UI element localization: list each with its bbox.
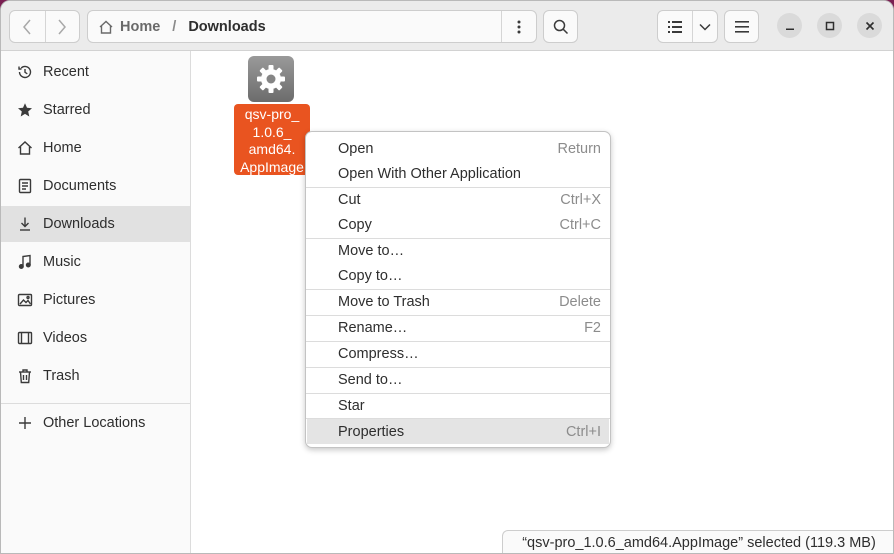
menu-item-label: Send to… [338,371,403,388]
menu-item-label: Properties [338,423,405,440]
menu-item-open[interactable]: Open Return [307,136,609,161]
sidebar-item-label: Home [43,140,82,156]
sidebar-item-label: Trash [43,368,80,384]
menu-item-label: Rename… [338,319,408,336]
menu-item-shortcut: Ctrl+X [560,191,601,208]
view-toggle-group [657,10,718,43]
path-home-button[interactable]: Home [98,19,160,35]
gear-icon [257,65,285,93]
menu-item-label: Star [338,397,365,414]
sidebar-item-documents[interactable]: Documents [1,168,190,204]
search-icon [553,19,568,34]
menu-item-send-to[interactable]: Send to… [307,367,609,392]
list-view-icon [668,20,683,33]
menu-item-label: Cut [338,191,361,208]
menu-item-label: Open [338,140,374,157]
menu-item-shortcut: Ctrl+C [559,216,602,233]
navigation-buttons [9,10,80,43]
list-view-button[interactable] [658,11,692,42]
path-home-label: Home [120,18,161,35]
forward-button[interactable] [44,11,80,42]
header-bar: Home / Downloads [1,1,893,51]
menu-item-star[interactable]: Star [307,393,609,418]
sidebar-item-label: Starred [43,102,91,118]
menu-item-rename[interactable]: Rename… F2 [307,315,609,340]
sidebar-item-music[interactable]: Music [1,244,190,280]
sidebar: Recent Starred Home Documents Downloads [1,51,191,553]
star-icon [17,102,33,118]
menu-item-shortcut: Delete [559,293,601,310]
menu-item-label: Move to… [338,242,405,259]
clock-icon [17,64,33,80]
minimize-icon [785,28,794,30]
maximize-icon [825,21,834,30]
close-button[interactable] [857,13,882,38]
sidebar-item-downloads[interactable]: Downloads [1,206,190,242]
menu-item-label: Move to Trash [338,293,430,310]
sidebar-item-recent[interactable]: Recent [1,54,190,90]
home-icon [99,20,113,34]
menu-item-move-to[interactable]: Move to… [307,238,609,263]
video-icon [17,330,33,346]
maximize-button[interactable] [817,13,842,38]
search-button[interactable] [543,10,578,43]
sidebar-item-pictures[interactable]: Pictures [1,282,190,318]
path-menu-button[interactable] [501,11,536,42]
file-item-icon[interactable] [248,56,294,102]
status-bar: “qsv-pro_1.0.6_amd64.AppImage” selected … [502,530,893,553]
menu-item-copy[interactable]: Copy Ctrl+C [307,212,609,237]
sidebar-item-label: Other Locations [43,415,146,431]
document-icon [17,178,33,194]
music-icon [17,254,33,270]
home-icon [17,140,33,156]
sidebar-item-videos[interactable]: Videos [1,320,190,356]
menu-item-label: Copy to… [338,267,403,284]
picture-icon [17,292,33,308]
menu-item-copy-to[interactable]: Copy to… [307,263,609,288]
path-separator: / [172,18,177,35]
trash-icon [17,368,33,384]
chevron-left-icon [23,19,31,34]
back-button[interactable] [10,11,45,42]
menu-item-label: Compress… [338,345,419,362]
hamburger-icon [734,20,749,33]
sidebar-separator [1,403,190,404]
menu-item-label: Open With Other Application [338,165,521,182]
chevron-right-icon [58,19,67,34]
sidebar-item-label: Videos [43,330,88,346]
view-options-button[interactable] [692,11,717,42]
sidebar-item-starred[interactable]: Starred [1,92,190,128]
vertical-dots-icon [517,20,521,33]
context-menu: Open Return Open With Other Application … [305,131,611,448]
sidebar-item-label: Documents [43,178,117,194]
download-icon [17,216,33,232]
menu-item-shortcut: Ctrl+I [565,423,601,440]
menu-item-shortcut: F2 [584,319,601,336]
minimize-button[interactable] [777,13,802,38]
sidebar-item-trash[interactable]: Trash [1,358,190,394]
menu-item-move-to-trash[interactable]: Move to Trash Delete [307,289,609,314]
chevron-down-icon [699,23,711,31]
sidebar-item-label: Pictures [43,292,96,308]
path-bar: Home / Downloads [87,10,537,43]
file-manager-window: Home / Downloads Recent Starred Home Doc… [0,0,894,554]
file-item-name[interactable]: qsv-pro_ 1.0.6_ amd64. AppImage [234,104,310,175]
menu-item-shortcut: Return [557,140,601,157]
sidebar-item-home[interactable]: Home [1,130,190,166]
menu-item-compress[interactable]: Compress… [307,341,609,366]
menu-item-open-with[interactable]: Open With Other Application [307,161,609,186]
main-menu-button[interactable] [724,10,759,43]
menu-item-label: Copy [338,216,372,233]
menu-item-cut[interactable]: Cut Ctrl+X [307,187,609,212]
sidebar-item-label: Downloads [43,216,115,232]
close-icon [865,21,874,30]
path-current-label[interactable]: Downloads [188,19,265,35]
sidebar-item-label: Music [43,254,81,270]
sidebar-item-other-locations[interactable]: Other Locations [1,405,190,441]
sidebar-item-label: Recent [43,64,89,80]
menu-item-properties[interactable]: Properties Ctrl+I [307,419,609,444]
plus-icon [17,415,33,431]
